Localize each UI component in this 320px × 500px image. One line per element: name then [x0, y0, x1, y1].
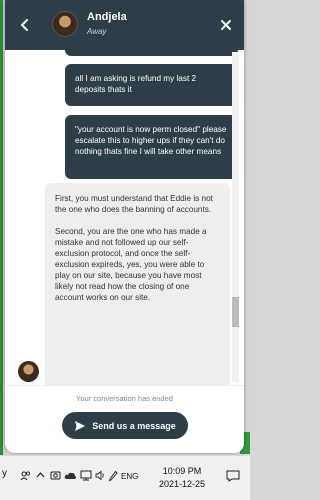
pen-icon[interactable]: [108, 470, 118, 481]
agent-message-avatar: [18, 361, 39, 382]
language-indicator[interactable]: ENG: [121, 472, 138, 481]
clock-date: 2021-12-25: [158, 479, 206, 489]
people-icon[interactable]: [20, 470, 31, 481]
background-app-edge: [0, 0, 3, 455]
agent-avatar: [52, 11, 78, 37]
message-user: all I am asking is refund my last 2 depo…: [65, 64, 238, 106]
camera-icon[interactable]: [50, 470, 61, 481]
chat-widget: Andjela Away all I am asking is refund m…: [5, 0, 244, 453]
taskbar: y ENG 10:09 PM 2021-12-25: [0, 455, 250, 500]
scrollbar-thumb[interactable]: [232, 297, 239, 327]
conversation-ended-text: Your conversation has ended: [76, 394, 173, 403]
cloud-icon[interactable]: [64, 470, 77, 481]
chevron-up-icon[interactable]: [36, 470, 45, 481]
send-icon: [75, 420, 86, 431]
notification-icon[interactable]: [226, 470, 240, 482]
clock[interactable]: 10:09 PM 2021-12-25: [152, 465, 212, 491]
clock-time: 10:09 PM: [162, 466, 202, 476]
message-list[interactable]: all I am asking is refund my last 2 depo…: [5, 50, 244, 385]
message-agent: First, you must understand that Eddie is…: [45, 183, 230, 385]
message-user: "your account is now perm closed" please…: [65, 115, 238, 179]
network-icon[interactable]: [80, 470, 92, 481]
agent-status: Away: [87, 27, 107, 36]
send-button-label: Send us a message: [92, 420, 176, 431]
chat-footer: Your conversation has ended Send us a me…: [5, 385, 244, 453]
agent-name: Andjela: [87, 11, 127, 23]
volume-icon[interactable]: [95, 470, 106, 481]
message-user-partial: [65, 50, 238, 56]
taskbar-partial-label[interactable]: y: [2, 468, 7, 479]
close-icon[interactable]: [218, 17, 234, 33]
agent-paragraph: Second, you are the one who has made a m…: [55, 227, 207, 302]
message-scrollbar[interactable]: [232, 52, 239, 382]
chat-header: Andjela Away: [5, 0, 244, 50]
agent-paragraph: First, you must understand that Eddie is…: [55, 194, 213, 214]
back-arrow-icon[interactable]: [17, 17, 33, 33]
send-message-button[interactable]: Send us a message: [62, 412, 188, 439]
